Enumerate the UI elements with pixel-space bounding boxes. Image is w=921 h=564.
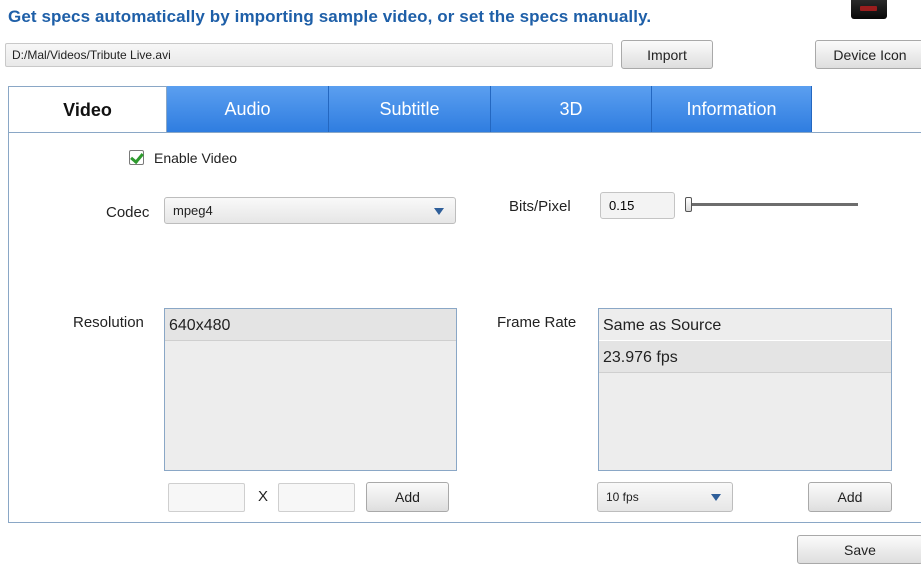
height-input[interactable]	[278, 483, 355, 512]
header-title: Get specs automatically by importing sam…	[8, 7, 652, 26]
bits-per-pixel-input[interactable]	[600, 192, 675, 219]
tab-bar: Video Audio Subtitle 3D Information	[8, 86, 812, 133]
fps-select[interactable]: 10 fps	[597, 482, 733, 512]
frame-rate-list[interactable]: Same as Source 23.976 fps	[598, 308, 892, 471]
device-thumbnail-icon	[851, 0, 887, 19]
resolution-list[interactable]: 640x480	[164, 308, 457, 471]
width-input[interactable]	[168, 483, 245, 512]
codec-select-value: mpeg4	[173, 203, 213, 218]
enable-video-checkbox[interactable]	[129, 150, 144, 165]
dropdown-arrow-icon	[711, 494, 721, 501]
bits-per-pixel-label: Bits/Pixel	[509, 198, 571, 215]
resolution-label: Resolution	[73, 314, 144, 331]
tab-subtitle[interactable]: Subtitle	[329, 86, 491, 132]
dropdown-arrow-icon	[434, 207, 444, 215]
save-button[interactable]: Save	[797, 535, 921, 564]
bits-per-pixel-slider[interactable]	[692, 203, 858, 206]
enable-video-label[interactable]: Enable Video	[154, 150, 237, 166]
source-path-input[interactable]	[5, 43, 613, 67]
add-frame-rate-button[interactable]: Add	[808, 482, 892, 512]
tab-audio[interactable]: Audio	[167, 86, 329, 132]
list-item[interactable]: 23.976 fps	[599, 341, 891, 373]
codec-select[interactable]: mpeg4	[164, 197, 456, 224]
list-item[interactable]: Same as Source	[599, 309, 891, 341]
slider-thumb[interactable]	[685, 197, 692, 212]
dimension-separator: X	[258, 488, 269, 505]
device-icon-button[interactable]: Device Icon	[815, 40, 921, 69]
fps-select-value: 10 fps	[606, 490, 639, 504]
frame-rate-label: Frame Rate	[497, 314, 577, 331]
codec-label: Codec	[106, 204, 150, 221]
list-item[interactable]: 640x480	[165, 309, 456, 341]
import-button[interactable]: Import	[621, 40, 713, 69]
add-resolution-button[interactable]: Add	[366, 482, 449, 512]
tab-information[interactable]: Information	[652, 86, 812, 132]
tab-video[interactable]: Video	[8, 86, 167, 133]
tab-3d[interactable]: 3D	[491, 86, 652, 132]
